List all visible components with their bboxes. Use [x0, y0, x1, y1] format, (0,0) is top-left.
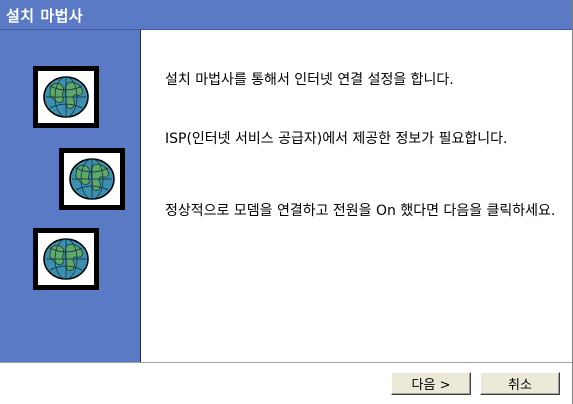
window-title: 설치 마법사	[6, 7, 84, 25]
isp-info-text: ISP(인터넷 서비스 공급자)에서 제공한 정보가 필요합니다.	[165, 131, 508, 147]
globe-icon	[59, 148, 125, 210]
intro-text: 설치 마법사를 통해서 인터넷 연결 설정을 합니다.	[165, 72, 454, 88]
button-bar: 다음 > 취소	[0, 362, 572, 404]
side-panel	[0, 30, 141, 362]
globe-icon	[33, 66, 99, 128]
cancel-button[interactable]: 취소	[480, 372, 560, 395]
modem-instruction-text: 정상적으로 모뎀을 연결하고 전원을 On 했다면 다음을 클릭하세요.	[165, 203, 556, 219]
title-bar: 설치 마법사	[0, 0, 572, 30]
globe-icon	[33, 228, 99, 290]
next-button[interactable]: 다음 >	[391, 372, 471, 395]
wizard-window: 설치 마법사 설치 마법사를 통해서 인터넷 연결 설정을 합니다. ISP(인…	[0, 0, 573, 404]
content-area: 설치 마법사를 통해서 인터넷 연결 설정을 합니다. ISP(인터넷 서비스 …	[142, 30, 572, 362]
